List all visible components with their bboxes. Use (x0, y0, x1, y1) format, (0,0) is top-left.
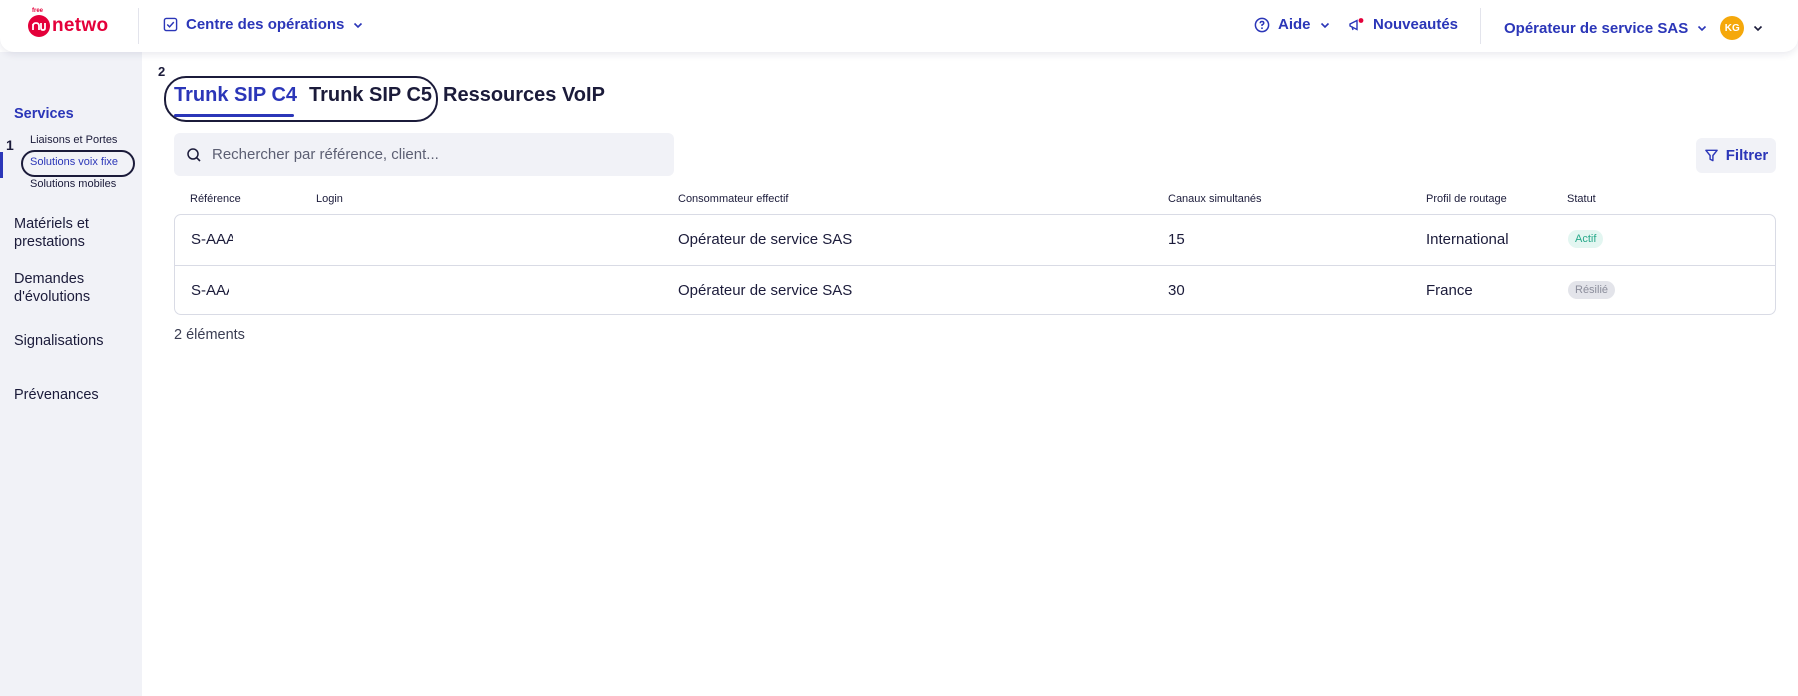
header-divider (138, 8, 139, 44)
cell-reference: S-AAA (191, 282, 229, 299)
cell-consumer: Opérateur de service SAS (678, 282, 853, 299)
annotation-step-2: 2 (158, 64, 166, 79)
help-menu[interactable]: Aide (1254, 16, 1331, 33)
chevron-down-icon (1754, 25, 1763, 32)
status-badge: Résilié (1568, 281, 1616, 299)
logo-mark: free (28, 8, 50, 37)
cell-channels: 15 (1168, 231, 1185, 248)
tab-trunk-sip-c5[interactable]: Trunk SIP C5 (309, 84, 432, 107)
annotation-step-1: 1 (6, 137, 14, 153)
help-circle-icon (1254, 17, 1270, 32)
chevron-down-icon (354, 22, 363, 28)
tab-active-underline (174, 114, 294, 117)
filter-button[interactable]: Filtrer (1696, 138, 1776, 173)
cell-routing: International (1426, 231, 1509, 248)
checklist-icon (163, 17, 178, 32)
search-bar (174, 133, 674, 176)
logo-text: netwo (52, 15, 109, 36)
chevron-down-icon (1320, 22, 1329, 28)
filter-icon (1704, 149, 1718, 162)
items-count: 2 éléments (174, 327, 245, 343)
search-icon (187, 147, 201, 162)
filter-label: Filtrer (1725, 147, 1769, 164)
cell-routing: France (1426, 282, 1473, 299)
logo-glyph-icon (32, 22, 46, 31)
table-row[interactable]: S-AAA Opérateur de service SAS 30 France… (175, 265, 1775, 314)
top-header: free netwo Centre des opérations Aide No… (0, 0, 1798, 52)
cell-consumer: Opérateur de service SAS (678, 231, 853, 248)
services-table: S-AAA Opérateur de service SAS 15 Intern… (174, 214, 1776, 315)
sidebar-item-services[interactable]: Services (14, 105, 74, 123)
sidebar-item-demandes-evolutions[interactable]: Demandes d'évolutions (14, 270, 124, 306)
column-header-channels[interactable]: Canaux simultanés (1168, 193, 1262, 205)
workspace-label: Centre des opérations (186, 16, 345, 33)
sidebar-subitem-liaisons-et-portes[interactable]: Liaisons et Portes (30, 134, 117, 146)
avatar[interactable]: KG (1720, 16, 1745, 40)
column-header-login[interactable]: Login (316, 193, 343, 205)
header-divider (1480, 8, 1481, 44)
megaphone-icon (1349, 17, 1364, 31)
sidebar-item-materiels-et-prestations[interactable]: Matériels et prestations (14, 215, 124, 251)
company-label: Opérateur de service SAS (1504, 19, 1689, 37)
sidebar: Services 1 Liaisons et Portes Solutions … (0, 52, 142, 696)
search-input[interactable] (212, 146, 652, 163)
sidebar-active-indicator (0, 152, 3, 178)
news-link[interactable]: Nouveautés (1348, 16, 1458, 33)
workspace-selector[interactable]: Centre des opérations (163, 16, 364, 33)
column-header-routing[interactable]: Profil de routage (1426, 193, 1507, 205)
column-header-reference[interactable]: Référence (190, 193, 241, 205)
sidebar-subitem-solutions-voix-fixe[interactable]: Solutions voix fixe (30, 156, 118, 168)
table-row[interactable]: S-AAA Opérateur de service SAS 15 Intern… (175, 215, 1775, 265)
tab-trunk-sip-c4[interactable]: Trunk SIP C4 (174, 84, 297, 107)
sidebar-item-signalisations[interactable]: Signalisations (14, 332, 103, 350)
logo-small-text: free (32, 8, 44, 14)
cell-channels: 30 (1168, 282, 1185, 299)
sidebar-item-prevenances[interactable]: Prévenances (14, 386, 99, 404)
chevron-down-icon (1698, 25, 1707, 32)
sidebar-subitem-solutions-mobiles[interactable]: Solutions mobiles (30, 178, 116, 190)
help-label: Aide (1278, 16, 1311, 33)
netwo-logo[interactable]: free netwo (28, 8, 109, 38)
status-badge: Actif (1568, 230, 1604, 248)
account-menu[interactable]: Opérateur de service SAS KG (1504, 16, 1764, 40)
tab-ressources-voip[interactable]: Ressources VoIP (443, 84, 605, 107)
column-header-status[interactable]: Statut (1567, 193, 1596, 205)
cell-reference: S-AAA (191, 231, 233, 248)
news-label: Nouveautés (1373, 16, 1459, 33)
column-header-consumer[interactable]: Consommateur effectif (678, 193, 788, 205)
